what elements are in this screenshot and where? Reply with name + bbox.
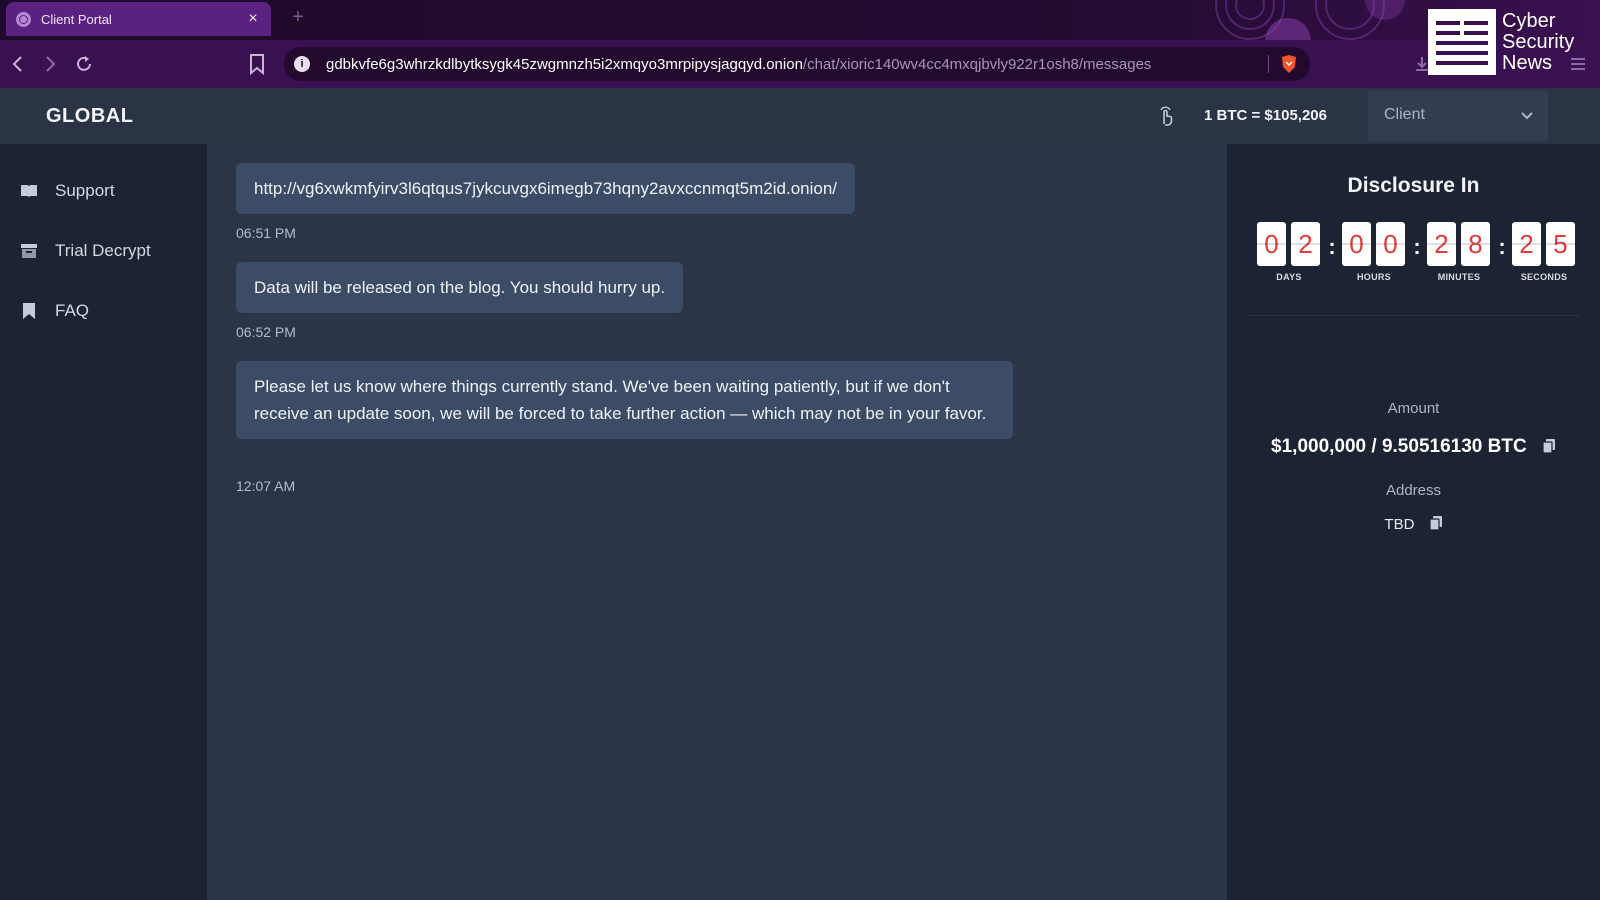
new-tab-button[interactable]: +	[288, 7, 308, 27]
hand-icon[interactable]	[1156, 104, 1176, 128]
copy-icon[interactable]	[1428, 515, 1443, 531]
payment-panel: Disclosure In 0 2 DAYS : 0 0 HOURS : 2 8…	[1227, 144, 1600, 900]
countdown-label: HOURS	[1356, 272, 1391, 282]
watermark-line-2: Security	[1502, 30, 1575, 53]
watermark-logo-icon	[1428, 9, 1496, 75]
panel-title: Disclosure In	[1347, 174, 1480, 197]
amount-row: $1,000,000 / 9.50516130 BTC	[1227, 436, 1600, 458]
brave-shield-icon	[1282, 55, 1296, 73]
sidebar-item-label: FAQ	[55, 301, 90, 320]
amount-label: Amount	[1387, 400, 1440, 417]
countdown-digit: 0	[1376, 222, 1405, 266]
brand-logo[interactable]: GLOBAL	[46, 105, 133, 128]
address-value[interactable]: TBD	[1384, 516, 1414, 533]
back-button[interactable]	[6, 52, 30, 76]
info-icon[interactable]: i	[294, 56, 310, 72]
countdown-digit: 2	[1512, 222, 1541, 266]
bookmark-icon	[250, 54, 264, 76]
reload-button[interactable]	[72, 52, 96, 76]
message-bubble[interactable]: http://vg6xwkmfyirv3l6qtqus7jykcuvgx6ime…	[236, 163, 856, 214]
url-path: /chat/xioric140wv4cc4mxqjbvly922r1osh8/m…	[802, 56, 1152, 73]
message-text: Data will be released on the blog. You s…	[254, 278, 666, 297]
message-text: Please let us know where things currentl…	[254, 377, 987, 423]
watermark-text: Cyber Security News	[1502, 9, 1575, 74]
countdown-timer: 0 2 DAYS : 0 0 HOURS : 2 8 MINUTES : 2 5…	[1257, 222, 1577, 284]
countdown-label: MINUTES	[1437, 272, 1481, 282]
url-separator	[1268, 55, 1269, 73]
amount-value[interactable]: $1,000,000 / 9.50516130 BTC	[1271, 436, 1527, 457]
back-icon	[12, 56, 22, 72]
tab-close-button[interactable]: ×	[245, 11, 261, 27]
archive-icon	[21, 244, 37, 258]
countdown-seconds: 2 5 SECONDS	[1512, 222, 1576, 284]
sidebar-item-label: Trial Decrypt	[55, 241, 151, 260]
address-label: Address	[1385, 482, 1442, 499]
forward-icon	[46, 56, 56, 72]
decorative-pattern	[1215, 0, 1405, 40]
btc-rate: 1 BTC = $105,206	[1204, 107, 1327, 124]
watermark-line-3: News	[1502, 51, 1553, 74]
sidebar-item-support[interactable]: Support	[0, 169, 207, 213]
countdown-separator: :	[1328, 234, 1336, 259]
bookmark-button[interactable]	[246, 52, 268, 76]
countdown-digit: 0	[1257, 222, 1286, 266]
message-text[interactable]: http://vg6xwkmfyirv3l6qtqus7jykcuvgx6ime…	[254, 179, 837, 198]
countdown-digit: 2	[1427, 222, 1456, 266]
countdown-separator: :	[1413, 234, 1421, 259]
countdown-minutes: 2 8 MINUTES	[1427, 222, 1491, 284]
watermark-line-1: Cyber	[1502, 9, 1556, 32]
role-select-value: Client	[1384, 106, 1425, 123]
countdown-digit: 2	[1291, 222, 1320, 266]
app-header: GLOBAL 1 BTC = $105,206 Client	[0, 88, 1600, 144]
address-row: TBD	[1227, 515, 1600, 533]
brave-shield-button[interactable]	[1280, 54, 1298, 74]
countdown-label: SECONDS	[1520, 272, 1568, 282]
message-time: 06:51 PM	[236, 225, 296, 241]
message-bubble[interactable]: Data will be released on the blog. You s…	[236, 262, 684, 313]
sidebar-item-faq[interactable]: FAQ	[0, 289, 207, 333]
url-text[interactable]: gdbkvfe6g3whrzkdlbytksygk45zwgmnzh5i2xmq…	[326, 56, 1151, 73]
countdown-label: DAYS	[1276, 272, 1302, 282]
copy-icon[interactable]	[1542, 438, 1556, 454]
countdown-digit: 0	[1342, 222, 1371, 266]
globe-icon	[16, 11, 31, 27]
chat-area[interactable]: http://vg6xwkmfyirv3l6qtqus7jykcuvgx6ime…	[207, 144, 1227, 900]
message-time: 06:52 PM	[236, 324, 296, 340]
countdown-digit: 5	[1546, 222, 1575, 266]
message-time: 12:07 AM	[236, 478, 296, 494]
message-bubble[interactable]: Please let us know where things currentl…	[236, 361, 1013, 439]
panel-divider	[1247, 315, 1580, 316]
url-host: gdbkvfe6g3whrzkdlbytksygk45zwgmnzh5i2xmq…	[326, 56, 803, 73]
countdown-hours: 0 0 HOURS	[1342, 222, 1406, 284]
browser-tab[interactable]: Client Portal ×	[6, 2, 271, 36]
address-bar[interactable]: i gdbkvfe6g3whrzkdlbytksygk45zwgmnzh5i2x…	[284, 47, 1310, 81]
sidebar: Support Trial Decrypt FAQ	[0, 144, 207, 900]
book-open-icon	[21, 185, 37, 198]
countdown-separator: :	[1498, 234, 1506, 259]
countdown-digit: 8	[1461, 222, 1490, 266]
tab-title: Client Portal	[41, 11, 112, 27]
sidebar-item-trial-decrypt[interactable]: Trial Decrypt	[0, 229, 207, 273]
watermark: Cyber Security News	[1428, 8, 1592, 76]
sidebar-item-label: Support	[55, 181, 115, 200]
forward-button[interactable]	[38, 52, 62, 76]
browser-tab-strip: Client Portal × +	[0, 0, 1600, 40]
role-select[interactable]: Client	[1368, 91, 1548, 141]
chevron-down-icon	[1521, 112, 1533, 120]
bookmark-icon	[23, 303, 35, 319]
reload-icon	[77, 56, 91, 71]
countdown-days: 0 2 DAYS	[1257, 222, 1321, 284]
browser-toolbar: i gdbkvfe6g3whrzkdlbytksygk45zwgmnzh5i2x…	[0, 40, 1600, 88]
